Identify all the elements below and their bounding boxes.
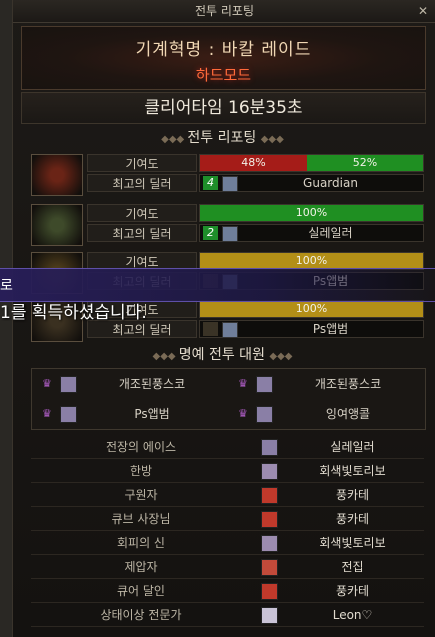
clear-time: 클리어타임 16분35초 [21, 92, 426, 124]
vote-item[interactable]: ♛ Ps앱범 [32, 399, 228, 429]
contribution-bar: 100% [199, 300, 424, 318]
award-row: 구원자 풍카테 [31, 484, 424, 507]
honor-vote-list: ♛ 개조된풍스코 ♛ 개조된풍스코 ♛ Ps앱범 ♛ 잉여앵콜 [31, 368, 426, 430]
award-title: 큐브 사장님 [111, 512, 171, 526]
avatar [261, 607, 278, 624]
crown-icon: ♛ [238, 377, 248, 390]
vote-name: 개조된풍스코 [118, 377, 186, 391]
avatar [60, 406, 77, 423]
contribution-segment: 100% [200, 253, 423, 269]
window-title: 전투 리포팅 [194, 4, 254, 18]
contribution-bar: 100% [199, 204, 424, 222]
party-portrait [31, 154, 83, 196]
rank-badge: 2 [203, 226, 218, 240]
contribution-segment: 52% [307, 155, 423, 171]
avatar [261, 559, 278, 576]
award-title: 큐어 달인 [117, 584, 165, 598]
vote-item[interactable]: ♛ 잉여앵콜 [228, 399, 424, 429]
avatar [261, 463, 278, 480]
avatar [261, 583, 278, 600]
best-dealer-label: 최고의 딜러 [87, 224, 197, 242]
award-row: 큐어 달인 풍카테 [31, 580, 424, 603]
contribution-label: 기여도 [87, 154, 197, 172]
award-winner: 회색빛토리보 [319, 536, 386, 550]
rank-badge [203, 322, 218, 336]
award-row: 한방 회색빛토리보 [31, 460, 424, 483]
ornament-left-icon: ◆◆◆ [161, 134, 188, 145]
award-row: 회피의 신 회색빛토리보 [31, 532, 424, 555]
award-row: 큐브 사장님 풍카테 [31, 508, 424, 531]
award-winner: Leon♡ [332, 608, 373, 622]
party-portrait [31, 204, 83, 246]
contribution-label: 기여도 [87, 204, 197, 222]
rank-badge: 4 [203, 176, 218, 190]
award-winner: 풍카테 [335, 488, 370, 502]
award-title: 제압자 [124, 560, 158, 574]
best-dealer-label: 최고의 딜러 [87, 174, 197, 192]
award-winner: 회색빛토리보 [319, 464, 386, 478]
award-title: 회피의 신 [117, 536, 165, 550]
best-dealer[interactable]: Ps앱범 [199, 320, 424, 338]
avatar [261, 535, 278, 552]
class-icon [222, 322, 238, 338]
avatar [60, 376, 77, 393]
ornament-left-icon: ◆◆◆ [152, 351, 179, 362]
class-icon [222, 176, 238, 192]
crown-icon: ♛ [238, 407, 248, 420]
raid-title: 기계혁명 : 바칼 레이드 [135, 40, 312, 60]
award-winner: 실레일러 [330, 440, 375, 454]
avatar [261, 511, 278, 528]
report-section-header: ◆◆◆ 전투 리포팅 ◆◆◆ [21, 128, 424, 148]
avatar [261, 487, 278, 504]
dealer-name: Ps앱범 [312, 322, 349, 336]
best-dealer[interactable]: 4 Guardian [199, 174, 424, 192]
vote-name: 잉여앵콜 [325, 407, 371, 421]
avatar [256, 406, 273, 423]
item-acquire-banner: 로 [0, 268, 435, 302]
close-icon[interactable]: ✕ [416, 4, 430, 18]
award-row: 상태이상 전문가 Leon♡ [31, 604, 424, 627]
difficulty-mode: 하드모드 [195, 66, 252, 84]
award-title: 상태이상 전문가 [100, 608, 182, 622]
vote-section-header: ◆◆◆ 명예 전투 대원 ◆◆◆ [21, 345, 424, 365]
contribution-segment: 100% [200, 205, 423, 221]
class-icon [222, 226, 238, 242]
crown-icon: ♛ [42, 407, 52, 420]
acquire-message: 1를 획득하셨습니다. [0, 303, 147, 323]
banner-fragment: 로 [0, 278, 13, 294]
award-row: 전장의 에이스 실레일러 [31, 436, 424, 459]
crown-icon: ♛ [42, 377, 52, 390]
award-winner: 풍카테 [335, 512, 370, 526]
award-row: 제압자 전집 [31, 556, 424, 579]
award-title: 구원자 [124, 488, 158, 502]
vote-name: Ps앱범 [134, 407, 170, 421]
award-winner: 풍카테 [335, 584, 370, 598]
contribution-segment: 48% [200, 155, 308, 171]
ornament-right-icon: ◆◆◆ [260, 134, 284, 145]
avatar [256, 376, 273, 393]
award-title: 한방 [129, 464, 153, 478]
raid-banner: 기계혁명 : 바칼 레이드 하드모드 [21, 26, 426, 90]
vote-item[interactable]: ♛ 개조된풍스코 [32, 369, 228, 399]
party-row: 기여도 100% 최고의 딜러 2 실레일러 [31, 204, 424, 246]
dealer-name: Guardian [303, 176, 358, 190]
report-section-title: 전투 리포팅 [187, 130, 257, 146]
contribution-bar: 48% 52% [199, 154, 424, 172]
award-title: 전장의 에이스 [105, 440, 177, 454]
contribution-segment: 100% [200, 301, 423, 317]
dealer-name: 실레일러 [308, 226, 353, 240]
window-titlebar[interactable]: 전투 리포팅 ✕ [13, 0, 435, 23]
vote-name: 개조된풍스코 [314, 377, 382, 391]
party-row: 기여도 48% 52% 최고의 딜러 4 Guardian [31, 154, 424, 196]
vote-section-title: 명예 전투 대원 [178, 347, 265, 363]
ornament-right-icon: ◆◆◆ [269, 351, 293, 362]
avatar [261, 439, 278, 456]
vote-item[interactable]: ♛ 개조된풍스코 [228, 369, 424, 399]
best-dealer[interactable]: 2 실레일러 [199, 224, 424, 242]
award-winner: 전집 [341, 560, 364, 574]
